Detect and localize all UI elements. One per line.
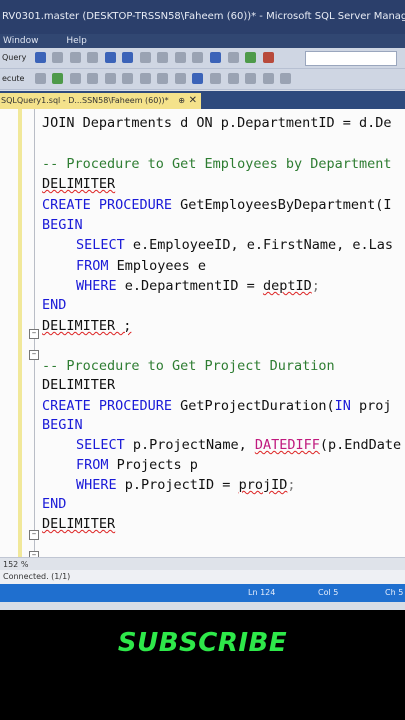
check-icon[interactable]	[245, 52, 257, 63]
mdx-query-icon[interactable]	[52, 52, 64, 63]
toolbar-standard: Query	[0, 48, 405, 69]
code-line-comment-employees: -- Procedure to Get Employees by Departm…	[42, 156, 392, 172]
code-line-select-1: SELECT e.EmployeeID, e.FirstName, e.Las	[76, 237, 393, 253]
subscribe-overlay: SUBSCRIBE	[117, 628, 288, 658]
code-area[interactable]: JOIN Departments d ON p.DepartmentID = d…	[42, 109, 405, 557]
dmx-query-icon[interactable]	[69, 52, 81, 63]
results-text-icon[interactable]	[157, 73, 169, 84]
fold-toggle-begin-1[interactable]: −	[29, 329, 39, 339]
code-line-select-2: SELECT p.ProjectName, DATEDIFF(p.EndDate	[76, 437, 402, 453]
code-line-join: JOIN Departments d ON p.DepartmentID = d…	[42, 115, 392, 131]
code-line-create-1: CREATE PROCEDURE GetEmployeesByDepartmen…	[42, 197, 392, 213]
redo-icon[interactable]	[227, 52, 239, 63]
menu-window[interactable]: Window	[3, 36, 39, 46]
pin-icon[interactable]: ⊕	[178, 93, 185, 109]
execute-button[interactable]: ecute	[0, 69, 30, 89]
close-icon[interactable]: ✕	[189, 93, 197, 109]
parse-check-icon[interactable]	[52, 73, 64, 84]
plan-icon[interactable]	[69, 73, 81, 84]
code-line-delimiter-2: DELIMITER	[42, 377, 116, 393]
intellisense-icon[interactable]	[104, 73, 116, 84]
code-line-delimiter-1: DELIMITER	[42, 176, 116, 192]
code-line-create-2: CREATE PROCEDURE GetProjectDuration(IN p…	[42, 398, 392, 414]
connection-status: Connected. (1/1)	[3, 572, 71, 581]
comment-icon[interactable]	[210, 73, 222, 84]
change-indicator	[18, 109, 22, 557]
results-file-icon[interactable]	[192, 73, 204, 84]
db-engine-query-icon[interactable]	[34, 52, 46, 63]
zoom-bar: 152 %	[0, 557, 405, 571]
tab-label: SQLQuery1.sql - D...SSN58\Faheem (60))*	[1, 96, 169, 105]
status-bar: Ln 124 Col 5 Ch 5	[0, 584, 405, 602]
code-line-begin-1: BEGIN	[42, 217, 83, 233]
ssms-window: RV0301.master (DESKTOP-TRSSN58\Faheem (6…	[0, 0, 405, 610]
zoom-level[interactable]: 152 %	[3, 560, 28, 569]
query-editor[interactable]: − − − − JOIN Departments d ON p.Departme…	[0, 109, 405, 557]
code-line-where-1: WHERE e.DepartmentID = deptID;	[76, 278, 320, 294]
window-title: RV0301.master (DESKTOP-TRSSN58\Faheem (6…	[0, 0, 405, 34]
code-line-delimiter-3: DELIMITER	[42, 516, 116, 532]
tab-sqlquery1[interactable]: SQLQuery1.sql - D...SSN58\Faheem (60))* …	[0, 93, 201, 109]
cut-icon[interactable]	[157, 52, 169, 63]
char-number: Ch 5	[385, 588, 404, 597]
paste-icon[interactable]	[192, 52, 204, 63]
code-line-where-2: WHERE p.ProjectID = projID;	[76, 477, 296, 493]
menu-help[interactable]: Help	[66, 36, 87, 46]
connection-bar: Connected. (1/1)	[0, 570, 405, 584]
toolbar-sql-editor: ecute	[0, 69, 405, 90]
xmla-query-icon[interactable]	[87, 52, 99, 63]
code-line-begin-2: BEGIN	[42, 417, 83, 433]
fold-toggle-begin-2[interactable]: −	[29, 530, 39, 540]
decrease-indent-icon[interactable]	[245, 73, 257, 84]
document-tabstrip: SQLQuery1.sql - D...SSN58\Faheem (60))* …	[0, 91, 405, 109]
open-file-icon[interactable]	[104, 52, 116, 63]
solution-icon[interactable]	[262, 52, 274, 63]
results-grid-icon[interactable]	[174, 73, 186, 84]
stop-icon[interactable]	[34, 73, 46, 84]
line-number: Ln 124	[248, 588, 276, 597]
copy-icon[interactable]	[174, 52, 186, 63]
undo-icon[interactable]	[210, 52, 222, 63]
save-icon[interactable]	[122, 52, 134, 63]
code-line-comment-projects: -- Procedure to Get Project Duration	[42, 358, 335, 374]
code-line-end-2: END	[42, 496, 67, 512]
new-query-button[interactable]: Query	[0, 48, 30, 68]
column-number: Col 5	[318, 588, 339, 597]
code-line-end-1: END	[42, 297, 67, 313]
fold-toggle-select-1[interactable]: −	[29, 350, 39, 360]
code-line-from-2: FROM Projects p	[76, 457, 198, 473]
include-plan-icon[interactable]	[122, 73, 134, 84]
code-line-delimiter-semicolon: DELIMITER ;	[42, 318, 132, 334]
code-line-from-1: FROM Employees e	[76, 258, 207, 274]
save-all-icon[interactable]	[139, 52, 151, 63]
search-input[interactable]	[305, 51, 397, 66]
increase-indent-icon[interactable]	[262, 73, 274, 84]
specify-values-icon[interactable]	[280, 73, 292, 84]
menu-bar: Window Help	[0, 34, 405, 48]
client-stats-icon[interactable]	[139, 73, 151, 84]
uncomment-icon[interactable]	[227, 73, 239, 84]
query-options-icon[interactable]	[87, 73, 99, 84]
